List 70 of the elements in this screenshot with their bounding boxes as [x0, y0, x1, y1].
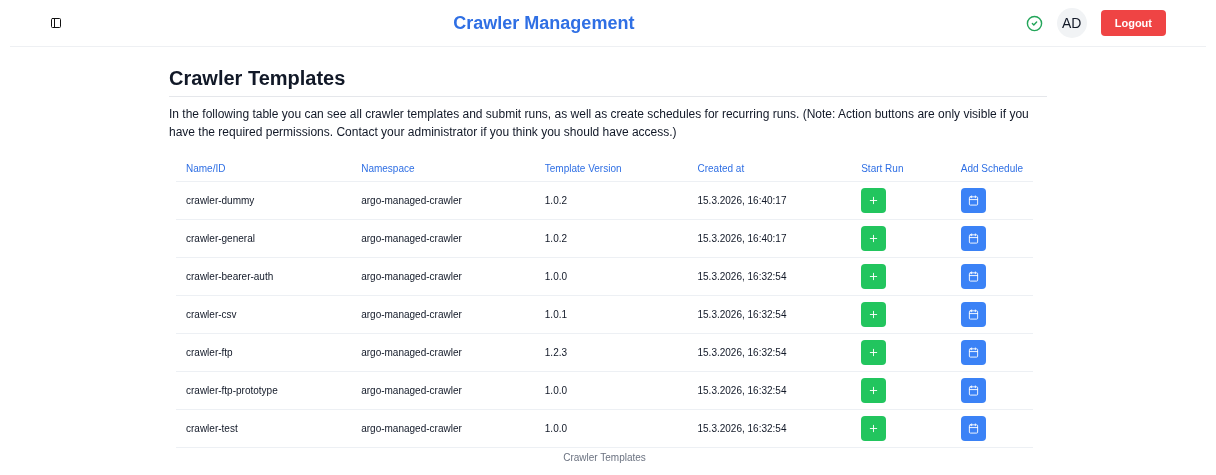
add-schedule-button[interactable]	[960, 378, 986, 403]
calendar-icon	[967, 233, 979, 244]
plus-icon	[868, 309, 880, 320]
add-schedule-button[interactable]	[960, 302, 986, 327]
column-header: Start Run	[851, 163, 951, 182]
table-cell: crawler-bearer-auth	[176, 257, 352, 296]
plus-icon	[868, 195, 880, 206]
plus-icon	[868, 271, 880, 282]
add-schedule-button[interactable]	[960, 340, 986, 365]
table-cell: 1.0.0	[534, 371, 688, 410]
status-check-icon	[1025, 14, 1043, 32]
plus-icon	[868, 347, 880, 358]
table-cell: argo-managed-crawler	[351, 219, 535, 258]
table-cell: crawler-general	[176, 219, 352, 258]
table-cell: 15.3.2026, 16:32:54	[687, 333, 852, 372]
calendar-icon	[967, 195, 979, 206]
table-cell: 15.3.2026, 16:32:54	[687, 257, 852, 296]
page-description: In the following table you can see all crawler templates and submit runs, as well as create schedules for recurring runs. (Note: Action buttons are only visible if you have the required permissions. Contact your administrator if you think you should have access.)	[169, 106, 1030, 141]
table-caption: Crawler Templates	[562, 452, 647, 463]
add-schedule-button[interactable]	[960, 226, 986, 251]
add-schedule-button[interactable]	[960, 264, 986, 289]
table-cell: 1.0.2	[534, 181, 688, 220]
table-cell: crawler-ftp	[176, 333, 352, 372]
column-header: Template Version	[534, 163, 688, 182]
column-header: Add Schedule	[950, 163, 1033, 182]
sidebar-toggle-icon[interactable]	[50, 17, 62, 29]
table-cell: 15.3.2026, 16:40:17	[687, 181, 852, 220]
table-cell: crawler-csv	[176, 295, 352, 334]
table-cell: 1.0.2	[534, 219, 688, 258]
table-cell: argo-managed-crawler	[351, 371, 535, 410]
start-run-button[interactable]	[861, 188, 887, 213]
table-cell: argo-managed-crawler	[351, 295, 535, 334]
table-cell: 1.0.0	[534, 257, 688, 296]
table-cell: crawler-dummy	[176, 181, 352, 220]
column-header: Name/ID	[176, 163, 352, 182]
table-cell: crawler-ftp-prototype	[176, 371, 352, 410]
table-cell: argo-managed-crawler	[351, 333, 535, 372]
column-header: Created at	[687, 163, 852, 182]
app-title: Crawler Management	[453, 12, 635, 34]
calendar-icon	[967, 271, 979, 282]
table-cell: 1.0.1	[534, 295, 688, 334]
calendar-icon	[967, 385, 979, 396]
start-run-button[interactable]	[861, 264, 887, 289]
calendar-icon	[967, 309, 979, 320]
start-run-button[interactable]	[861, 416, 887, 441]
start-run-button[interactable]	[861, 226, 887, 251]
start-run-button[interactable]	[861, 378, 887, 403]
table-cell: 1.0.0	[534, 409, 688, 448]
page-title: Crawler Templates	[169, 67, 1047, 97]
column-header: Namespace	[351, 163, 535, 182]
start-run-button[interactable]	[861, 340, 887, 365]
table-cell: argo-managed-crawler	[351, 409, 535, 448]
table-cell: 15.3.2026, 16:40:17	[687, 219, 852, 258]
table-cell: argo-managed-crawler	[351, 257, 535, 296]
calendar-icon	[967, 423, 979, 434]
calendar-icon	[967, 347, 979, 358]
add-schedule-button[interactable]	[960, 188, 986, 213]
table-cell: 1.2.3	[534, 333, 688, 372]
table-cell: argo-managed-crawler	[351, 181, 535, 220]
table-cell: crawler-test	[176, 409, 352, 448]
table-cell: 15.3.2026, 16:32:54	[687, 295, 852, 334]
add-schedule-button[interactable]	[960, 416, 986, 441]
user-avatar[interactable]: AD	[1056, 8, 1087, 38]
table-cell: 15.3.2026, 16:32:54	[687, 409, 852, 448]
table-cell: 15.3.2026, 16:32:54	[687, 371, 852, 410]
plus-icon	[868, 385, 880, 396]
plus-icon	[868, 423, 880, 434]
start-run-button[interactable]	[861, 302, 887, 327]
logout-button[interactable]: Logout	[1100, 10, 1166, 36]
plus-icon	[868, 233, 880, 244]
